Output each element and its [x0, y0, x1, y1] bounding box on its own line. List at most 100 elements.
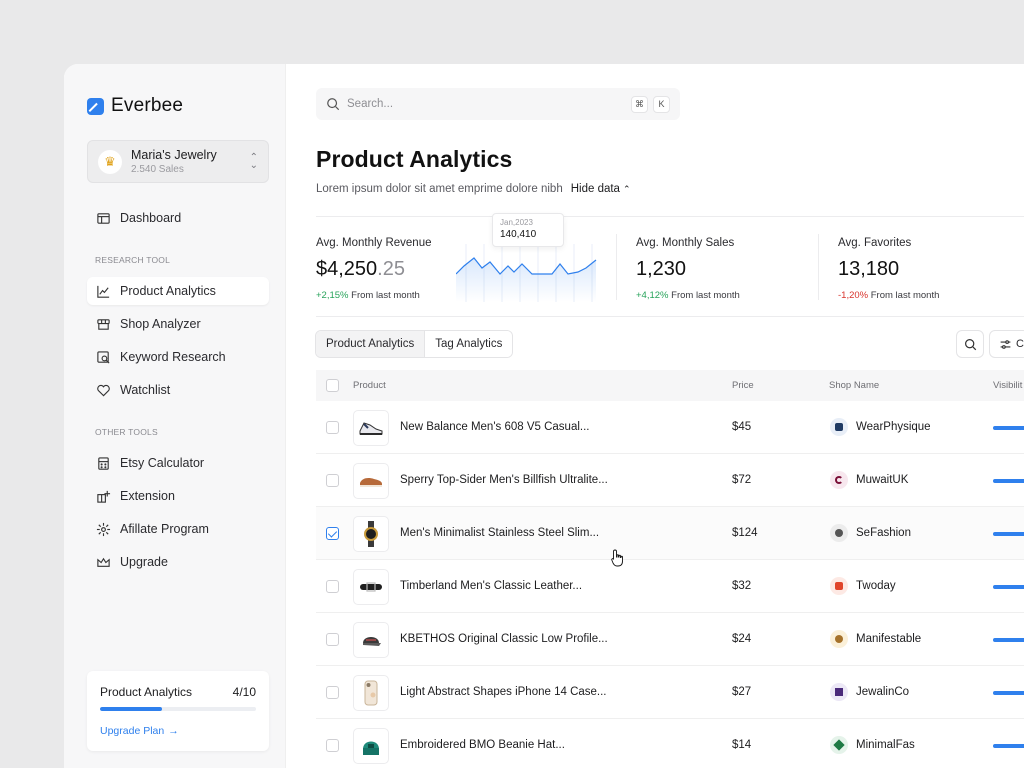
upgrade-plan-label: Upgrade Plan	[100, 725, 165, 737]
sidebar-item-product-analytics[interactable]: Product Analytics	[87, 277, 269, 305]
sidebar-item-label: Keyword Research	[120, 350, 226, 364]
product-name[interactable]: Embroidered BMO Beanie Hat...	[400, 739, 565, 751]
tab-product-analytics[interactable]: Product Analytics	[316, 331, 426, 357]
shop-name[interactable]: Twoday	[856, 580, 896, 592]
product-name[interactable]: New Balance Men's 608 V5 Casual...	[400, 421, 590, 433]
stat-separator	[818, 234, 819, 300]
row-checkbox[interactable]	[326, 633, 339, 646]
sidebar-item-upgrade[interactable]: Upgrade	[87, 548, 269, 576]
stat-sales: Avg. Monthly Sales 1,230 +4,12% From las…	[636, 237, 740, 301]
hide-data-label: Hide data	[570, 183, 620, 195]
upgrade-plan-link[interactable]: Upgrade Plan →	[100, 725, 256, 737]
product-price: $72	[732, 474, 752, 486]
shop-name[interactable]: WearPhysique	[856, 421, 931, 433]
sidebar-item-label: Etsy Calculator	[120, 456, 205, 470]
divider	[316, 316, 1024, 317]
product-thumbnail	[353, 516, 389, 552]
sidebar-item-affiliate[interactable]: Afillate Program	[87, 515, 269, 543]
beanie-icon	[363, 741, 379, 755]
page-subtitle: Lorem ipsum dolor sit amet emprime dolor…	[316, 183, 563, 195]
sidebar-item-watchlist[interactable]: Watchlist	[87, 376, 269, 404]
product-name[interactable]: Timberland Men's Classic Leather...	[400, 580, 582, 592]
visibility-bar	[993, 479, 1024, 483]
row-checkbox[interactable]	[326, 474, 339, 487]
stat-label: Avg. Monthly Sales	[636, 237, 735, 249]
filter-button[interactable]: C	[989, 330, 1024, 358]
phone-case-icon	[364, 680, 378, 706]
revenue-sparkline	[456, 244, 597, 302]
chevron-updown-icon: ⌃ ⌄	[249, 151, 258, 171]
product-price: $24	[732, 633, 752, 645]
cap-icon	[363, 637, 381, 646]
table-row[interactable]: Men's Minimalist Stainless Steel Slim...…	[316, 507, 1024, 560]
sidebar-item-shop-analyzer[interactable]: Shop Analyzer	[87, 310, 269, 338]
stat-label: Avg. Favorites	[838, 237, 912, 249]
product-thumbnail	[353, 675, 389, 711]
brand[interactable]: Everbee	[87, 95, 183, 117]
product-name[interactable]: KBETHOS Original Classic Low Profile...	[400, 633, 608, 645]
crown-icon: ♛	[98, 149, 122, 174]
crown-outline-icon	[96, 555, 111, 570]
stat-value: 1,230	[636, 258, 687, 280]
product-name[interactable]: Sperry Top-Sider Men's Billfish Ultralit…	[400, 474, 608, 486]
sidebar-item-keyword-research[interactable]: Keyword Research	[87, 343, 269, 371]
arrow-right-icon: →	[168, 725, 179, 737]
table-row[interactable]: Sperry Top-Sider Men's Billfish Ultralit…	[316, 454, 1024, 507]
sidebar-item-etsy-calculator[interactable]: Etsy Calculator	[87, 449, 269, 477]
product-name[interactable]: Light Abstract Shapes iPhone 14 Case...	[400, 686, 607, 698]
belt-icon	[360, 582, 382, 592]
tab-tag-analytics[interactable]: Tag Analytics	[425, 331, 513, 357]
table-row[interactable]: New Balance Men's 608 V5 Casual... $45 W…	[316, 401, 1024, 454]
row-checkbox[interactable]	[326, 739, 339, 752]
hide-data-toggle[interactable]: Hide data ⌃	[571, 183, 631, 195]
table-row[interactable]: Timberland Men's Classic Leather... $32 …	[316, 560, 1024, 613]
visibility-bar	[993, 638, 1024, 642]
column-header-price[interactable]: Price	[732, 380, 754, 391]
shop-name[interactable]: Manifestable	[856, 633, 921, 645]
stat-label: Avg. Monthly Revenue	[316, 237, 432, 249]
extension-icon	[96, 489, 111, 504]
store-icon	[96, 317, 111, 332]
shop-name[interactable]: MuwaitUK	[856, 474, 908, 486]
table-row[interactable]: KBETHOS Original Classic Low Profile... …	[316, 613, 1024, 666]
visibility-bar	[993, 691, 1024, 695]
stat-favorites: Avg. Favorites 13,180 -1,20% From last m…	[838, 237, 939, 301]
row-checkbox[interactable]	[326, 421, 339, 434]
page-title: Product Analytics	[316, 146, 513, 172]
column-header-product[interactable]: Product	[353, 380, 386, 391]
shop-name[interactable]: JewalinCo	[856, 686, 909, 698]
visibility-bar	[993, 426, 1024, 430]
divider	[316, 216, 1024, 217]
sneaker-icon	[359, 422, 383, 435]
everbee-logo-icon	[87, 97, 104, 115]
column-header-visibility[interactable]: Visibilit	[993, 380, 1022, 391]
filter-label: C	[1016, 338, 1024, 350]
search-input[interactable]: Search...	[347, 98, 626, 110]
sidebar-item-label: Extension	[120, 489, 175, 503]
product-thumbnail	[353, 622, 389, 658]
kbd-k: K	[653, 95, 670, 113]
product-name[interactable]: Men's Minimalist Stainless Steel Slim...	[400, 527, 599, 539]
product-thumbnail	[353, 728, 389, 764]
column-header-shop[interactable]: Shop Name	[829, 380, 879, 391]
dashboard-icon	[96, 211, 111, 226]
row-checkbox[interactable]	[326, 686, 339, 699]
sidebar-item-dashboard[interactable]: Dashboard	[87, 204, 269, 232]
brand-name: Everbee	[111, 95, 184, 116]
sparkle-icon	[96, 522, 111, 537]
table-row[interactable]: Embroidered BMO Beanie Hat... $14 Minima…	[316, 719, 1024, 768]
store-sales: 2.540 Sales	[131, 163, 184, 175]
hand-cursor-icon	[611, 549, 623, 567]
product-price: $32	[732, 580, 752, 592]
table-search-button[interactable]	[956, 330, 984, 358]
row-checkbox[interactable]	[326, 527, 339, 540]
shop-name[interactable]: MinimalFas	[856, 739, 915, 751]
sidebar-item-extension[interactable]: Extension	[87, 482, 269, 510]
select-all-checkbox[interactable]	[326, 379, 339, 392]
table-row[interactable]: Light Abstract Shapes iPhone 14 Case... …	[316, 666, 1024, 719]
row-checkbox[interactable]	[326, 580, 339, 593]
shop-name[interactable]: SeFashion	[856, 527, 911, 539]
store-switcher[interactable]: ♛ Maria's Jewelry 2.540 Sales ⌃ ⌄	[87, 140, 269, 183]
search-bar[interactable]: Search... ⌘ K	[316, 88, 680, 120]
shop-logo-icon	[830, 524, 848, 542]
